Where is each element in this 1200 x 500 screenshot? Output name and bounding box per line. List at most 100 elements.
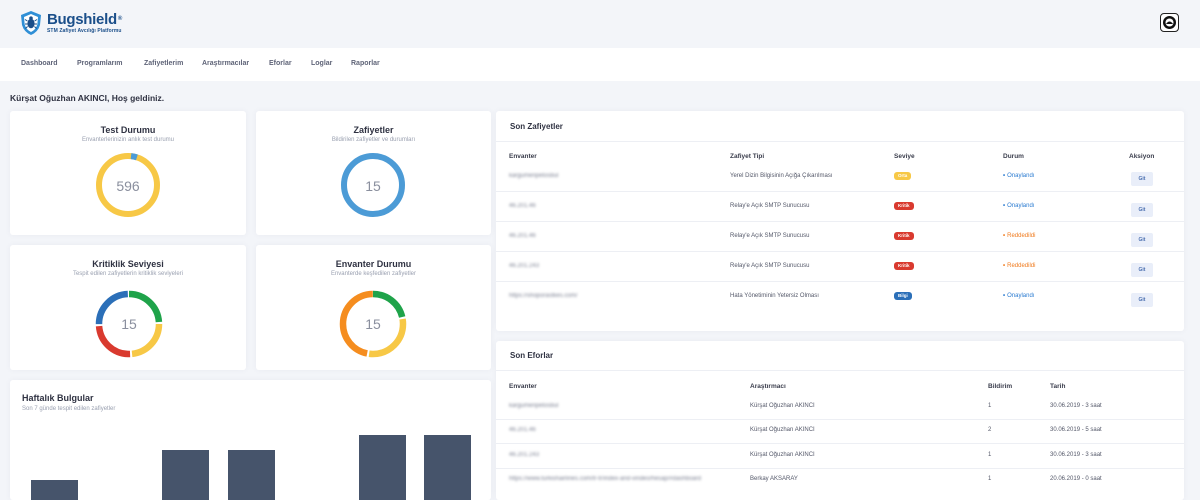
brand-logo[interactable]: Bugshield® STM Zafiyet Avcılığı Platform… — [20, 10, 122, 36]
column-header: Aksiyon — [1129, 153, 1155, 160]
divider — [496, 281, 1184, 282]
vuln-type-cell: Relay'e Açık SMTP Sunucusu — [730, 203, 810, 209]
card-subtitle: Bildirilen zafiyetler ve durumları — [331, 137, 416, 143]
column-header: Seviye — [894, 153, 915, 160]
nav-dashboard[interactable]: Dashboard — [21, 60, 58, 67]
status-cell: • Onaylandı — [1003, 293, 1035, 299]
count-cell: 1 — [988, 476, 992, 482]
inventory-cell[interactable]: 46.201.243 — [509, 263, 539, 269]
researcher-cell: Berkay AKSARAY — [750, 476, 798, 482]
avatar-icon — [1163, 16, 1176, 29]
severity-badge: Kritik — [894, 232, 914, 240]
nav-arastirmacilar[interactable]: Araştırmacılar — [202, 60, 249, 67]
severity-badge: Kritik — [894, 262, 914, 270]
chart-bar — [359, 435, 406, 500]
inventory-cell[interactable]: https://shoporastkes.com/ — [509, 293, 577, 299]
card-title: Kritiklik Seviyesi — [92, 259, 164, 269]
researcher-cell: Kürşat Oğuzhan AKINCI — [750, 452, 815, 458]
panel-title: Son Eforlar — [510, 351, 554, 360]
chart-bar — [31, 480, 78, 500]
brand-name: Bugshield® — [47, 10, 122, 28]
inventory-cell[interactable]: https://www.turkishairlines.com/tr-tr/in… — [509, 476, 743, 482]
donut-value: 596 — [116, 178, 140, 194]
date-cell: 30.06.2019 - 3 saat — [1050, 403, 1102, 409]
inventory-cell[interactable]: kargumenpetosbul — [509, 403, 558, 409]
vulnerabilities-card: Zafiyetler Bildirilen zafiyetler ve duru… — [256, 111, 491, 235]
main-nav: Dashboard Programlarım Zafiyetlerim Araş… — [0, 48, 1200, 81]
card-subtitle: Tespit edilen zafiyetlerin kritiklik sev… — [72, 271, 184, 277]
inventory-cell[interactable]: 46.201.46 — [509, 203, 536, 209]
go-button[interactable]: Git — [1131, 203, 1153, 217]
date-cell: 30.06.2019 - 3 saat — [1050, 452, 1102, 458]
researcher-cell: Kürşat Oğuzhan AKINCI — [750, 427, 815, 433]
count-cell: 2 — [988, 427, 992, 433]
go-button[interactable]: Git — [1131, 263, 1153, 277]
go-button[interactable]: Git — [1131, 172, 1153, 186]
go-button[interactable]: Git — [1131, 233, 1153, 247]
nav-eforlar[interactable]: Eforlar — [269, 60, 292, 67]
top-header: Bugshield® STM Zafiyet Avcılığı Platform… — [0, 0, 1200, 48]
date-cell: 30.06.2019 - 5 saat — [1050, 427, 1102, 433]
nav-programlarim[interactable]: Programlarım — [77, 60, 123, 67]
donut-value: 15 — [121, 316, 137, 332]
status-cell: • Reddedildi — [1003, 263, 1036, 269]
weekly-findings-card: Haftalık Bulgular Son 7 günde tespit edi… — [10, 380, 491, 500]
column-header: Araştırmacı — [750, 383, 786, 390]
divider — [496, 443, 1184, 444]
divider — [496, 419, 1184, 420]
vuln-type-cell: Relay'e Açık SMTP Sunucusu — [730, 233, 810, 239]
card-subtitle: Envanterde keşfedilen zafiyetler — [330, 271, 417, 277]
column-header: Envanter — [509, 383, 537, 390]
status-cell: • Reddedildi — [1003, 233, 1036, 239]
panel-title: Son Zafiyetler — [510, 122, 563, 131]
count-cell: 1 — [988, 452, 992, 458]
brand-tagline: STM Zafiyet Avcılığı Platformu — [47, 27, 122, 34]
chart-bar — [424, 435, 471, 500]
chart-bar — [162, 450, 209, 500]
criticality-card: Kritiklik Seviyesi Tespit edilen zafiyet… — [10, 245, 246, 370]
nav-raporlar[interactable]: Raporlar — [351, 60, 380, 67]
recent-efforts-panel: Son Eforlar Envanter Araştırmacı Bildiri… — [496, 341, 1184, 500]
divider — [496, 251, 1184, 252]
inventory-cell[interactable]: 46.201.243 — [509, 452, 539, 458]
column-header: Bildirim — [988, 383, 1013, 390]
vuln-type-cell: Yerel Dizin Bilgisinin Açığa Çıkarılması — [730, 173, 833, 179]
card-subtitle: Son 7 günde tespit edilen zafiyetler — [22, 406, 116, 412]
date-cell: 20.06.2019 - 0 saat — [1050, 476, 1102, 482]
inventory-cell[interactable]: 46.201.46 — [509, 233, 536, 239]
card-subtitle: Envanterlerinizin anlık test durumu — [81, 137, 175, 143]
vuln-type-cell: Hata Yönetiminin Yetersiz Olması — [730, 293, 819, 299]
chart-bar — [228, 450, 275, 500]
shield-bug-icon — [21, 11, 41, 35]
divider — [496, 221, 1184, 222]
column-header: Envanter — [509, 153, 537, 160]
donut-value: 15 — [365, 178, 381, 194]
inventory-status-card: Envanter Durumu Envanterde keşfedilen za… — [256, 245, 491, 370]
status-cell: • Onaylandı — [1003, 203, 1035, 209]
card-title: Envanter Durumu — [335, 259, 412, 269]
donut-value: 15 — [365, 316, 381, 332]
status-cell: • Onaylandı — [1003, 173, 1035, 179]
severity-badge: Kritik — [894, 202, 914, 210]
test-status-card: Test Durumu Envanterlerinizin anlık test… — [10, 111, 246, 235]
column-header: Tarih — [1050, 383, 1066, 390]
nav-zafiyetlerim[interactable]: Zafiyetlerim — [144, 60, 183, 67]
divider — [496, 468, 1184, 469]
column-header: Durum — [1003, 153, 1024, 160]
vuln-type-cell: Relay'e Açık SMTP Sunucusu — [730, 263, 810, 269]
go-button[interactable]: Git — [1131, 293, 1153, 307]
inventory-cell[interactable]: kargumenpetosbul — [509, 173, 558, 179]
divider — [496, 191, 1184, 192]
count-cell: 1 — [988, 403, 992, 409]
severity-badge: Orta — [894, 172, 912, 180]
inventory-cell[interactable]: 46.201.46 — [509, 427, 536, 433]
divider — [496, 370, 1184, 371]
nav-loglar[interactable]: Loglar — [311, 60, 332, 67]
user-avatar[interactable] — [1160, 13, 1179, 32]
divider — [496, 141, 1184, 142]
recent-vulnerabilities-panel: Son Zafiyetler Envanter Zafiyet Tipi Sev… — [496, 111, 1184, 331]
card-title: Zafiyetler — [353, 125, 394, 135]
researcher-cell: Kürşat Oğuzhan AKINCI — [750, 403, 815, 409]
card-title: Test Durumu — [100, 125, 156, 135]
card-title: Haftalık Bulgular — [22, 393, 94, 403]
